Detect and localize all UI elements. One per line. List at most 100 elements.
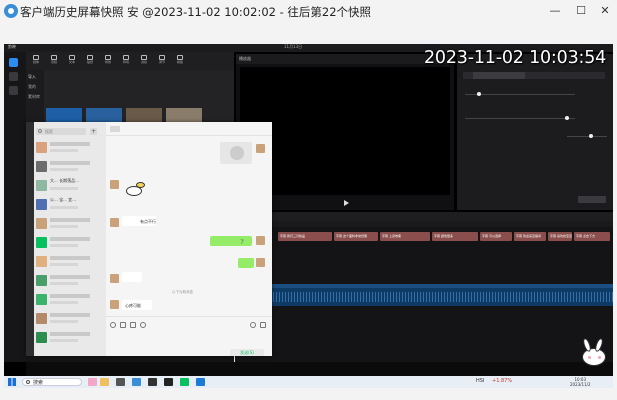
chat-history-icon[interactable] [140,322,146,328]
subtitle-clip[interactable]: 字幕 点击下方 [574,232,610,241]
toolbar-filter[interactable]: 滤镜 [138,55,150,65]
props-tab-active[interactable] [473,72,525,79]
taskbar-app-icon[interactable] [132,378,141,386]
rail-audio-icon[interactable] [9,72,18,81]
contact-row[interactable] [36,159,104,176]
toolbar-text[interactable]: 文本 [66,55,78,65]
clip-label: 字幕 可以选择 [482,234,501,238]
avatar[interactable] [110,274,119,283]
contact-row[interactable] [36,330,104,347]
avatar[interactable] [256,144,265,153]
taskbar-search[interactable]: 搜索 [22,378,82,386]
toolbar-adjust[interactable]: 调节 [156,55,168,65]
contact-name-redacted [50,142,90,146]
subtitle-clip[interactable]: 字幕 喜欢的宝宝 [548,232,572,241]
sent-image[interactable] [220,142,252,164]
system-divider: 以下为新消息 [172,290,193,294]
clip-label: 字幕 喜欢的宝宝 [550,234,572,238]
app-logo-icon [4,4,18,18]
message-text: 了 [240,239,244,244]
slider-knob[interactable] [589,134,593,138]
taskbar-app-icon[interactable] [116,378,125,386]
rotate-slider[interactable] [567,134,607,138]
scissors-icon[interactable] [130,322,136,328]
chat-title-redacted [110,126,120,132]
taskbar-app-icon[interactable] [164,378,173,386]
contact-row[interactable] [36,292,104,309]
avatar[interactable] [256,258,265,267]
avatar[interactable] [110,218,119,227]
subtitle-clip[interactable]: 字幕 可以选择 [480,232,512,241]
video-call-icon[interactable] [260,322,266,328]
media-tab-library[interactable]: 素材库 [28,94,40,100]
media-tab-import[interactable]: 导入 [28,74,36,80]
contact-row[interactable] [36,311,104,328]
contact-avatar [36,313,47,324]
position-slider[interactable] [465,116,575,120]
contact-row[interactable] [36,254,104,271]
add-chat-button[interactable]: + [90,128,97,135]
subtitle-clip[interactable]: 字幕 这个面料非常舒服 [334,232,378,241]
incoming-message[interactable]: 心疼可能 [122,300,152,310]
outgoing-message[interactable]: 了 [210,236,252,246]
contact-row[interactable] [36,216,104,233]
viewer-title: 客户端历史屏幕快照 安 @2023-11-02 10:02:02 - 往后第22… [20,5,372,19]
toolbar-effects[interactable]: 特效 [102,55,114,65]
minimize-icon[interactable]: — [547,3,563,19]
wechat-taskbar-icon[interactable] [180,378,189,386]
toolbar-label: 文本 [68,60,75,64]
duck-sticker-icon[interactable] [122,180,146,200]
subtitle-clip[interactable]: 字幕 上身效果 [380,232,430,241]
phone-icon[interactable] [250,322,256,328]
toolbar-label: 音频 [50,60,57,64]
compose-area[interactable]: 发送(S) [106,316,272,356]
incoming-message[interactable] [122,272,142,282]
toolbar-template[interactable]: 模板 [174,55,186,65]
media-tab-mine[interactable]: 我的 [28,84,36,90]
contact-preview-redacted [50,339,78,342]
folder-icon[interactable] [120,322,126,328]
avatar[interactable] [110,300,119,309]
chat-search-input[interactable]: 搜索 [36,128,86,135]
taskbar-app-icon[interactable] [148,378,157,386]
subtitle-clip[interactable]: 字幕 我们三月新品 [278,232,332,241]
maximize-icon[interactable]: ☐ [573,3,589,19]
rail-media-icon[interactable] [9,58,18,67]
slider-knob[interactable] [565,116,569,120]
subtitle-clip[interactable]: 字幕 欢迎来直播间 [514,232,546,241]
contact-row[interactable] [36,140,104,157]
taskbar-app-icon[interactable] [88,378,97,386]
contact-row[interactable]: 大... 长期落品... [36,178,104,195]
contact-row[interactable] [36,235,104,252]
emoji-icon[interactable] [110,322,116,328]
windows-start-icon[interactable] [8,378,16,386]
send-button[interactable]: 发送(S) [230,349,264,356]
toolbar-media[interactable]: 媒体 [30,55,42,65]
viewer-titlebar: 客户端历史屏幕快照 安 @2023-11-02 10:02:02 - 往后第22… [0,0,617,22]
avatar[interactable] [256,236,265,245]
rail-text-icon[interactable] [9,86,18,95]
contact-row[interactable] [36,273,104,290]
play-icon[interactable] [344,200,349,206]
incoming-message[interactable]: 有点不行 [122,216,156,226]
properties-panel [457,54,613,210]
outgoing-message[interactable] [238,258,254,268]
contact-avatar [36,218,47,229]
export-button[interactable] [578,196,606,203]
subtitle-clip[interactable]: 字幕 颜色很多 [432,232,478,241]
message-text: 心疼可能 [125,303,141,308]
contact-row[interactable]: 公... 宝... 宜... [36,197,104,214]
avatar[interactable] [110,180,119,189]
clip-label: 字幕 这个面料非常舒服 [336,234,367,238]
chat-conversation: 有点不行 了 以下为新消息 心疼可能 发送(S) [106,122,272,356]
taskbar-app-icon[interactable] [100,378,109,386]
toolbar-audio[interactable]: 音频 [48,55,60,65]
toolbar-sticker[interactable]: 贴纸 [84,55,96,65]
scale-slider[interactable] [465,92,575,96]
preview-label: 播放器 [239,56,251,61]
taskbar-app-icon[interactable] [196,378,205,386]
contact-preview-redacted [50,187,78,190]
toolbar-transition[interactable]: 转场 [120,55,132,65]
slider-knob[interactable] [477,92,481,96]
close-icon[interactable]: ✕ [597,3,613,19]
